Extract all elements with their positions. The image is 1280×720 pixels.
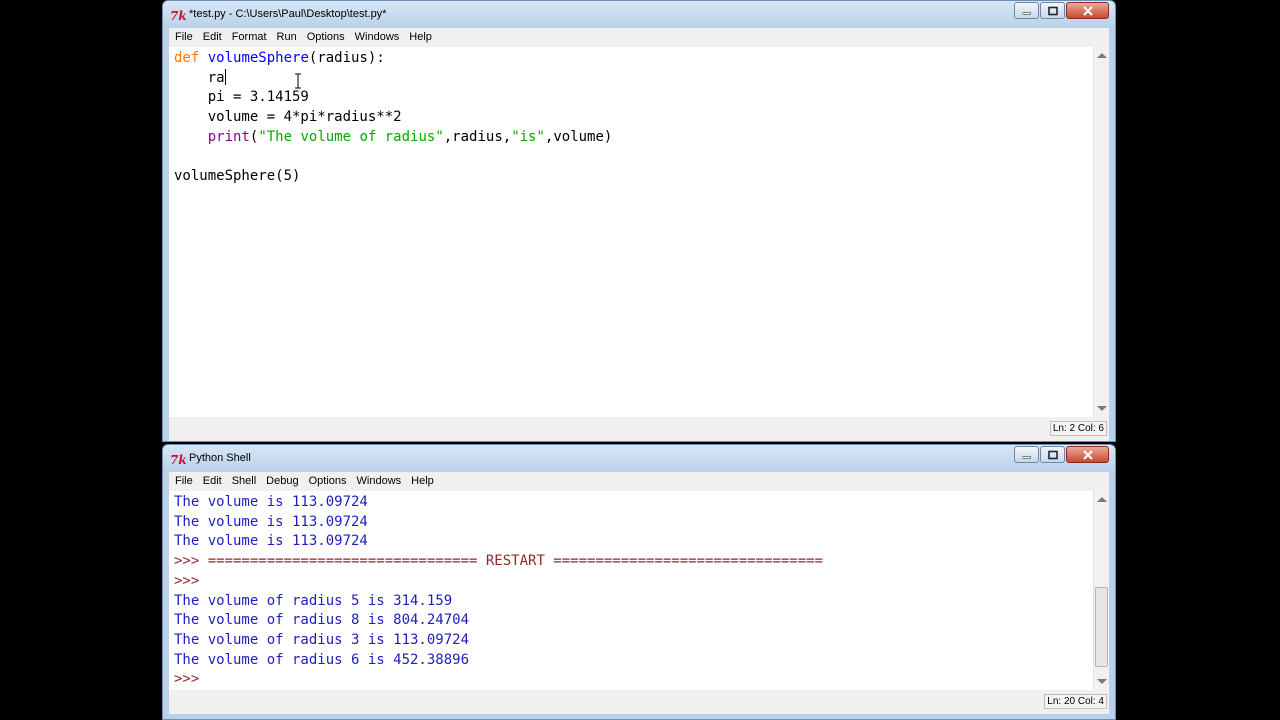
output-line: The volume is 113.09724 (174, 513, 368, 530)
maximize-button[interactable] (1040, 2, 1065, 19)
function-name: volumeSphere (207, 50, 309, 66)
code-text: (radius): (308, 50, 385, 66)
shell-prompt: >>> (174, 671, 200, 688)
shell-cursor-position: Ln: 20 Col: 4 (1044, 694, 1107, 709)
code-text: pi = 3.14159 (174, 89, 309, 106)
close-button[interactable] (1066, 446, 1109, 463)
menu-windows[interactable]: Windows (352, 472, 407, 491)
shell-statusbar: Ln: 20 Col: 4 (169, 690, 1109, 714)
builtin-print: print (207, 128, 250, 145)
editor-cursor-position: Ln: 2 Col: 6 (1049, 421, 1107, 436)
scroll-up-icon[interactable] (1097, 53, 1107, 58)
code-text: volumeSphere(5) (174, 168, 301, 185)
maximize-icon (1047, 6, 1058, 15)
editor-title: *test.py - C:\Users\Paul\Desktop\test.py… (189, 8, 387, 20)
close-icon (1082, 449, 1093, 460)
editor-statusbar: Ln: 2 Col: 6 (169, 417, 1109, 441)
code-line: print("The volume of radius",radius,"is"… (174, 128, 1093, 148)
string-literal: "The volume of radius" (258, 128, 444, 145)
shell-prompt: >>> (174, 572, 200, 589)
string-literal: "is" (511, 128, 545, 145)
output-line: The volume of radius 6 is 452.38896 (174, 651, 470, 668)
menu-file[interactable]: File (169, 472, 198, 491)
maximize-icon (1047, 450, 1058, 459)
editor-titlebar[interactable]: 7k *test.py - C:\Users\Paul\Desktop\test… (163, 1, 1115, 28)
editor-window: 7k *test.py - C:\Users\Paul\Desktop\test… (162, 0, 1116, 442)
code-text: ra (174, 69, 225, 86)
shell-scrollbar[interactable] (1093, 491, 1109, 690)
close-icon (1082, 5, 1093, 16)
shell-prompt: >>> (174, 553, 208, 570)
shell-titlebar[interactable]: 7k Python Shell (163, 445, 1115, 472)
shell-output[interactable]: The volume is 113.09724 The volume is 113… (169, 491, 1093, 690)
code-text: volume = 4*pi*radius**2 (174, 109, 402, 126)
menu-edit[interactable]: Edit (198, 28, 227, 47)
menu-edit[interactable]: Edit (198, 472, 227, 491)
code-text: ,volume) (544, 128, 613, 145)
code-editor[interactable]: def volumeSphere(radius): ra pi = 3.1415… (169, 47, 1093, 417)
code-line: volumeSphere(5) (174, 167, 1093, 187)
scroll-thumb[interactable] (1095, 587, 1108, 667)
shell-window: 7k Python Shell File Edit Shell Debug Op… (162, 444, 1116, 720)
keyword-def: def (174, 50, 200, 66)
menu-debug[interactable]: Debug (261, 472, 303, 491)
menu-options[interactable]: Options (304, 472, 352, 491)
output-line: The volume is 113.09724 (174, 533, 368, 550)
code-line: pi = 3.14159 (174, 88, 1093, 108)
scroll-down-icon[interactable] (1097, 406, 1107, 411)
scroll-up-icon[interactable] (1097, 497, 1107, 502)
maximize-button[interactable] (1040, 446, 1065, 463)
code-line: volume = 4*pi*radius**2 (174, 108, 1093, 128)
output-line: The volume of radius 8 is 804.24704 (174, 612, 470, 629)
output-line: The volume of radius 3 is 113.09724 (174, 631, 470, 648)
menu-options[interactable]: Options (302, 28, 350, 47)
shell-title: Python Shell (189, 452, 251, 464)
scroll-down-icon[interactable] (1097, 679, 1107, 684)
shell-menubar: File Edit Shell Debug Options Windows He… (169, 472, 1109, 491)
menu-help[interactable]: Help (406, 472, 439, 491)
menu-run[interactable]: Run (272, 28, 302, 47)
close-button[interactable] (1066, 2, 1109, 19)
code-text: ,radius, (443, 128, 512, 145)
editor-scrollbar[interactable] (1093, 47, 1109, 417)
editor-menubar: File Edit Format Run Options Windows Hel… (169, 28, 1109, 47)
editor-caption-buttons (1013, 2, 1109, 19)
idle-logo-icon: 7k (170, 9, 186, 22)
output-line: The volume is 113.09724 (174, 494, 368, 510)
menu-shell[interactable]: Shell (227, 472, 261, 491)
text-cursor (224, 68, 226, 85)
minimize-icon (1022, 455, 1031, 459)
menu-help[interactable]: Help (404, 28, 437, 47)
menu-windows[interactable]: Windows (350, 28, 405, 47)
shell-caption-buttons (1013, 446, 1109, 463)
minimize-button[interactable] (1014, 2, 1039, 19)
code-line: def volumeSphere(radius): (174, 49, 1093, 69)
restart-line: >>> ================================ RES… (174, 552, 1093, 572)
svg-text:7k: 7k (170, 453, 186, 466)
svg-text:7k: 7k (170, 9, 186, 22)
output-line: The volume of radius 5 is 314.159 (174, 592, 453, 609)
restart-banner: ================================ RESTART… (207, 553, 824, 570)
idle-logo-icon: 7k (170, 453, 186, 466)
ibeam-cursor-icon (295, 73, 301, 89)
menu-format[interactable]: Format (227, 28, 272, 47)
menu-file[interactable]: File (169, 28, 198, 47)
minimize-button[interactable] (1014, 446, 1039, 463)
code-line: ra (174, 68, 1093, 89)
minimize-icon (1022, 11, 1031, 15)
